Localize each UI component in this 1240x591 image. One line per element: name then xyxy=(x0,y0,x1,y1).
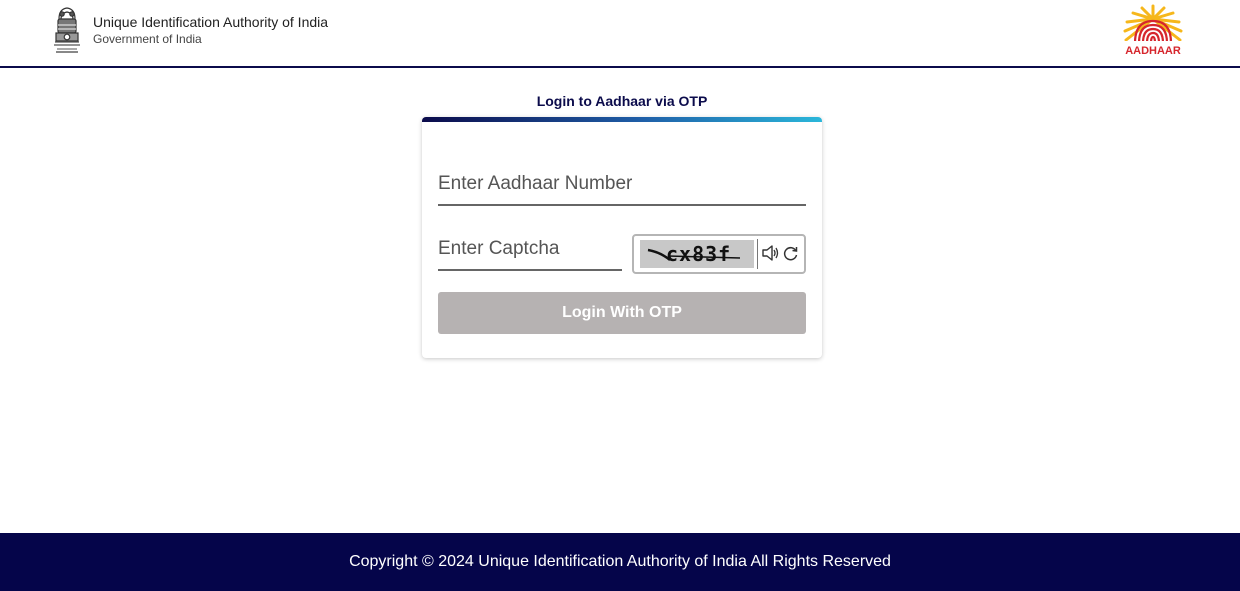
org-block: Unique Identification Authority of India… xyxy=(93,14,328,47)
captcha-divider xyxy=(757,239,758,269)
site-footer: Copyright © 2024 Unique Identification A… xyxy=(0,533,1240,591)
aadhaar-logo-text: AADHAAR xyxy=(1125,45,1181,57)
speaker-icon[interactable] xyxy=(761,243,779,263)
aadhaar-logo-icon: AADHAAR xyxy=(1122,4,1184,57)
card-accent-bar xyxy=(422,117,822,122)
org-name: Unique Identification Authority of India xyxy=(93,14,329,30)
login-title: Login to Aadhaar via OTP xyxy=(536,93,708,109)
captcha-input[interactable] xyxy=(438,237,622,271)
login-with-otp-button[interactable]: Login With OTP xyxy=(438,292,806,334)
captcha-image: cx83f xyxy=(640,240,754,268)
org-subtitle: Government of India xyxy=(93,32,202,46)
captcha-text: cx83f xyxy=(666,242,731,266)
copyright-text: Copyright © 2024 Unique Identification A… xyxy=(349,553,891,570)
captcha-widget: cx83f xyxy=(632,234,806,274)
site-header: Unique Identification Authority of India… xyxy=(0,0,1240,68)
national-emblem-icon xyxy=(54,7,80,53)
login-card: cx83f Login With OTP xyxy=(422,117,822,358)
aadhaar-number-input[interactable] xyxy=(438,172,806,206)
refresh-icon[interactable] xyxy=(782,243,800,263)
